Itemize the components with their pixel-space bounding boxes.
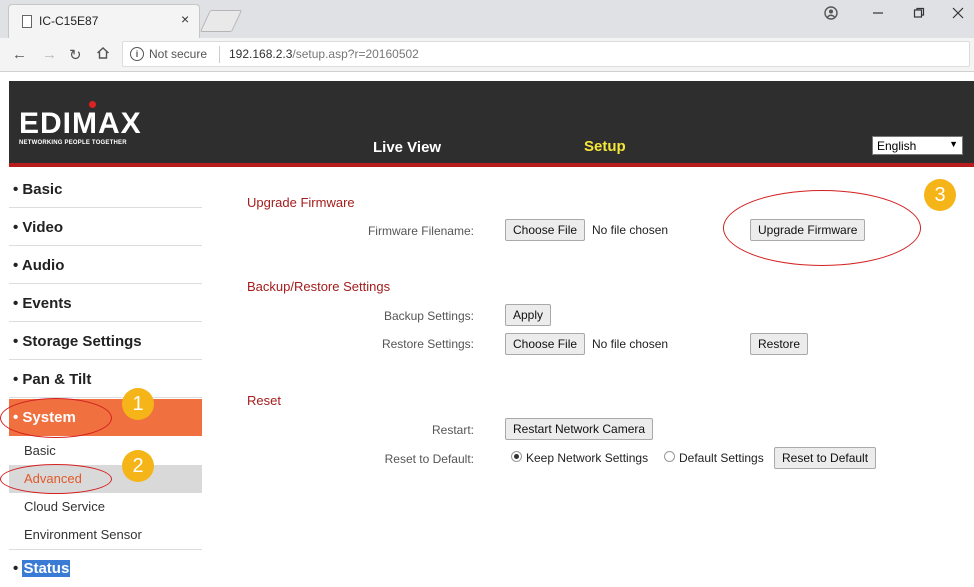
- firmware-choose-file-button[interactable]: Choose File: [505, 219, 586, 241]
- sidebar-item-basic[interactable]: • Basic: [9, 171, 202, 208]
- keep-network-settings-label[interactable]: Keep Network Settings: [526, 451, 648, 465]
- browser-toolbar: ← → ↻ i Not secure 192.168.2.3/setup.asp…: [0, 38, 974, 72]
- new-tab-button[interactable]: [199, 10, 243, 32]
- url-text[interactable]: 192.168.2.3/setup.asp?r=20160502: [229, 47, 419, 61]
- restore-file-status: No file chosen: [592, 337, 669, 351]
- address-bar[interactable]: i Not secure 192.168.2.3/setup.asp?r=201…: [122, 41, 970, 67]
- upgrade-firmware-title: Upgrade Firmware: [247, 195, 355, 210]
- reset-title: Reset: [247, 393, 281, 408]
- status-label: Status: [22, 560, 71, 577]
- logo-tagline: NETWORKING PEOPLE TOGETHER: [19, 140, 127, 146]
- sidebar-item-audio[interactable]: • Audio: [9, 247, 202, 284]
- annotation-marker-3: 3: [924, 179, 956, 211]
- restore-choose-file-button[interactable]: Choose File: [505, 333, 586, 355]
- minimize-icon[interactable]: [872, 4, 884, 21]
- back-icon[interactable]: ←: [12, 46, 27, 63]
- sidebar-item-status[interactable]: • Status: [9, 549, 202, 586]
- backup-apply-button[interactable]: Apply: [505, 304, 552, 326]
- restart-network-camera-button[interactable]: Restart Network Camera: [505, 418, 654, 440]
- annotation-marker-2: 2: [122, 450, 154, 482]
- keep-network-settings-radio[interactable]: [511, 451, 522, 462]
- forward-icon[interactable]: →: [42, 46, 57, 63]
- security-label: Not secure: [149, 47, 208, 61]
- language-select[interactable]: English ▼: [872, 136, 963, 155]
- sidebar-subitem-environment-sensor[interactable]: Environment Sensor: [9, 521, 202, 549]
- default-settings-radio[interactable]: [664, 451, 675, 462]
- firmware-file-status: No file chosen: [592, 223, 669, 237]
- sidebar-item-video[interactable]: • Video: [9, 209, 202, 246]
- url-path: /setup.asp?r=20160502: [292, 47, 419, 61]
- annotation-marker-1: 1: [122, 388, 154, 420]
- sidebar-item-storage-settings[interactable]: • Storage Settings: [9, 323, 202, 360]
- backup-restore-title: Backup/Restore Settings: [247, 279, 391, 294]
- profile-icon[interactable]: [824, 6, 838, 23]
- restore-settings-label: Restore Settings:: [381, 337, 474, 351]
- status-bullet: •: [13, 560, 19, 577]
- tab-title: IC-C15E87: [39, 14, 99, 28]
- backup-settings-label: Backup Settings:: [383, 309, 474, 323]
- sidebar-subitem-basic[interactable]: Basic: [9, 437, 202, 465]
- camera-header: EDIMAX NETWORKING PEOPLE TOGETHER Live V…: [9, 81, 974, 167]
- sidebar-item-pan-tilt[interactable]: • Pan & Tilt: [9, 361, 202, 398]
- dropdown-arrow-icon: ▼: [949, 139, 958, 149]
- language-value: English: [877, 139, 917, 153]
- url-host: 192.168.2.3: [229, 47, 293, 61]
- logo-dot: [89, 101, 96, 108]
- restore-window-icon[interactable]: [913, 6, 925, 22]
- info-icon[interactable]: i: [130, 47, 144, 61]
- browser-tab[interactable]: IC-C15E87 ×: [8, 4, 200, 38]
- nav-live-view[interactable]: Live View: [373, 139, 441, 156]
- browser-tabstrip: IC-C15E87 ×: [0, 0, 974, 38]
- firmware-filename-label: Firmware Filename:: [367, 224, 474, 238]
- reset-to-default-label: Reset to Default:: [384, 452, 474, 466]
- home-icon[interactable]: [96, 46, 110, 64]
- page-icon: [22, 15, 32, 28]
- nav-setup[interactable]: Setup: [584, 138, 626, 155]
- annotation-ring-upgrade: [723, 190, 921, 266]
- close-window-icon[interactable]: [952, 6, 964, 22]
- restart-label: Restart:: [431, 423, 474, 437]
- tab-close-icon[interactable]: ×: [181, 11, 189, 27]
- sidebar-subitem-cloud-service[interactable]: Cloud Service: [9, 493, 202, 521]
- sidebar-item-events[interactable]: • Events: [9, 285, 202, 322]
- restore-button[interactable]: Restore: [750, 333, 809, 355]
- logo-text: EDIMAX: [19, 107, 142, 140]
- reload-icon[interactable]: ↻: [69, 46, 82, 64]
- annotation-ring-system: [0, 398, 112, 438]
- sidebar: • Basic • Video • Audio • Events • Stora…: [9, 171, 202, 587]
- annotation-ring-advanced: [0, 464, 112, 494]
- edimax-logo: EDIMAX NETWORKING PEOPLE TOGETHER: [19, 101, 142, 146]
- url-divider: [219, 46, 220, 63]
- reset-to-default-button[interactable]: Reset to Default: [774, 447, 877, 469]
- default-settings-label[interactable]: Default Settings: [679, 451, 764, 465]
